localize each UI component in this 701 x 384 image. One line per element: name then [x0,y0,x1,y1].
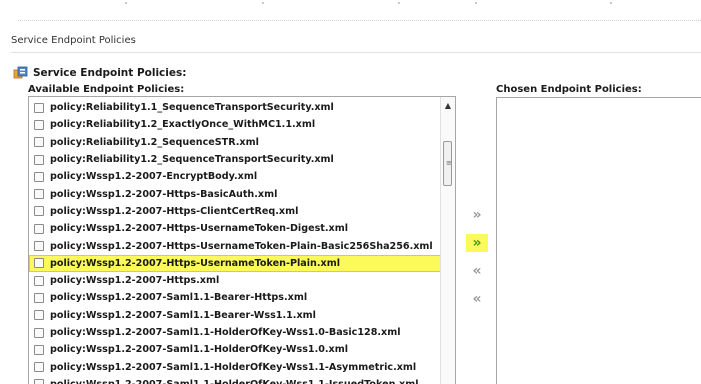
policy-name: policy:Wssp1.2-2007-Saml1.1-Bearer-Wss1.… [50,309,316,321]
policy-checkbox[interactable] [34,137,44,148]
policy-list-item[interactable]: policy:Reliability1.2_SequenceSTR.xml [29,134,439,151]
policy-name: policy:Reliability1.1_SequenceTransportS… [50,102,334,114]
vertical-scrollbar[interactable]: ▲ ≡ [440,97,455,384]
policy-checkbox[interactable] [34,292,44,303]
policy-name: policy:Wssp1.2-2007-Saml1.1-HolderOfKey-… [50,379,419,384]
policy-list-item[interactable]: policy:Reliability1.2_ExactlyOnce_WithMC… [29,116,439,133]
group-title: Service Endpoint Policies: [13,65,186,81]
move-button[interactable]: » [466,206,488,224]
policy-checkbox[interactable] [34,310,44,321]
policy-checkbox[interactable] [34,189,44,200]
chosen-policies-label: Chosen Endpoint Policies: [496,84,642,95]
policy-list-item[interactable]: policy:Wssp1.2-2007-Https-ClientCertReq.… [29,203,439,220]
policy-name: policy:Reliability1.2_ExactlyOnce_WithMC… [50,119,316,131]
policy-list-item[interactable]: policy:Wssp1.2-2007-Saml1.1-HolderOfKey-… [29,324,439,341]
policy-name: policy:Wssp1.2-2007-Https-UsernameToken-… [50,223,348,235]
move-all-button[interactable]: » [466,234,488,252]
policy-name: policy:Wssp1.2-2007-Https-UsernameToken-… [50,257,340,269]
scroll-up-arrow-icon[interactable]: ▲ [441,100,455,110]
section-divider [11,52,701,53]
policy-list-item[interactable]: policy:Wssp1.2-2007-EncryptBody.xml [29,168,439,185]
remove-button[interactable]: « [466,262,488,280]
policy-list-item[interactable]: policy:Wssp1.2-2007-Https-BasicAuth.xml [29,185,439,202]
policy-list-item[interactable]: policy:Wssp1.2-2007-Saml1.1-HolderOfKey-… [29,376,439,384]
policy-name: policy:Reliability1.2_SequenceTransportS… [50,154,334,166]
policy-checkbox[interactable] [34,344,44,355]
policy-list-item[interactable]: policy:Wssp1.2-2007-Saml1.1-Bearer-Https… [29,289,439,306]
section-header: Service Endpoint Policies [11,35,136,46]
policy-name: policy:Reliability1.2_SequenceSTR.xml [50,136,259,148]
top-tick [125,2,127,4]
available-policies-label: Available Endpoint Policies: [28,84,185,95]
policy-list-item[interactable]: policy:Wssp1.2-2007-Https.xml [29,272,439,289]
policy-list-item[interactable]: policy:Wssp1.2-2007-Https-UsernameToken-… [29,254,455,272]
dotted-separator [18,20,701,21]
policy-list-item[interactable]: policy:Reliability1.2_SequenceTransportS… [29,151,439,168]
policy-rows: policy:Reliability1.1_SequenceTransportS… [29,99,455,384]
policy-checkbox[interactable] [34,206,44,217]
policy-list-item[interactable]: policy:Wssp1.2-2007-Saml1.1-HolderOfKey-… [29,358,439,375]
policy-checkbox[interactable] [34,154,44,165]
policy-name: policy:Wssp1.2-2007-Https.xml [50,275,220,287]
top-tick [475,2,477,4]
top-tick [610,2,612,4]
remove-all-button[interactable]: « [466,290,488,308]
top-tick [262,2,264,4]
policy-name: policy:Wssp1.2-2007-Saml1.1-HolderOfKey-… [50,361,417,373]
policy-checkbox[interactable] [34,171,44,182]
top-tick [398,2,400,4]
policy-name: policy:Wssp1.2-2007-Https-UsernameToken-… [50,240,433,252]
policy-checkbox[interactable] [34,258,44,269]
chosen-policies-list[interactable] [496,97,701,384]
policy-name: policy:Wssp1.2-2007-Https-BasicAuth.xml [50,188,278,200]
policy-list-item[interactable]: policy:Wssp1.2-2007-Saml1.1-HolderOfKey-… [29,341,439,358]
top-strip [0,0,701,21]
policy-list-item[interactable]: policy:Wssp1.2-2007-Https-UsernameToken-… [29,220,439,237]
policy-list-item[interactable]: policy:Wssp1.2-2007-Https-UsernameToken-… [29,237,439,254]
policy-list-item[interactable]: policy:Wssp1.2-2007-Saml1.1-Bearer-Wss1.… [29,307,439,324]
policy-name: policy:Wssp1.2-2007-Saml1.1-Bearer-Https… [50,292,308,304]
group-title-text: Service Endpoint Policies: [33,67,187,79]
policy-checkbox[interactable] [34,102,44,113]
policy-checkbox[interactable] [34,223,44,234]
policy-name: policy:Wssp1.2-2007-Saml1.1-HolderOfKey-… [50,327,401,338]
policy-name: policy:Wssp1.2-2007-EncryptBody.xml [50,171,258,183]
scrollbar-thumb[interactable]: ≡ [443,141,452,186]
grip-icon: ≡ [446,159,452,167]
policy-checkbox[interactable] [34,275,44,286]
policy-name: policy:Wssp1.2-2007-Saml1.1-HolderOfKey-… [50,344,349,356]
policy-checkbox[interactable] [34,362,44,373]
policy-checkbox[interactable] [34,119,44,130]
policy-list-item[interactable]: policy:Reliability1.1_SequenceTransportS… [29,99,439,116]
policy-checkbox[interactable] [34,327,44,338]
policy-group-icon [13,66,29,80]
policy-name: policy:Wssp1.2-2007-Https-ClientCertReq.… [50,205,299,217]
available-policies-list[interactable]: policy:Reliability1.1_SequenceTransportS… [28,96,456,384]
policy-checkbox[interactable] [34,241,44,252]
policy-checkbox[interactable] [34,379,44,384]
